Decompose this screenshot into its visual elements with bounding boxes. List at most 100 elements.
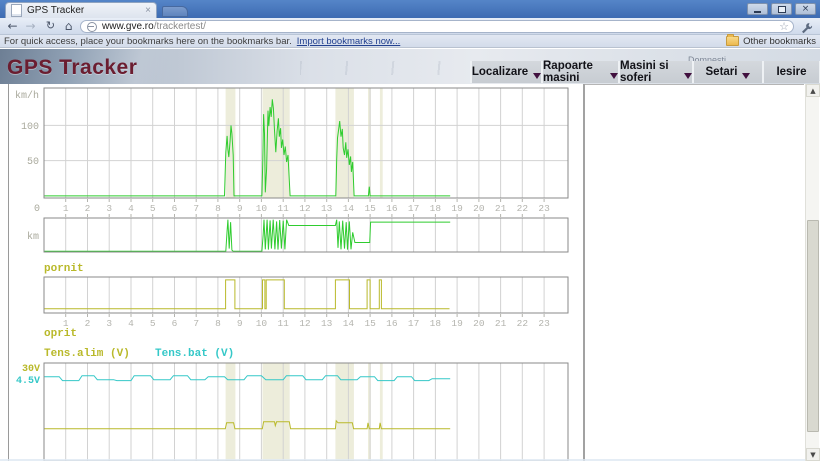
address-bar[interactable]: www.gve.ro/trackertest/ [80,20,794,33]
svg-text:5: 5 [150,203,156,214]
svg-text:19: 19 [451,203,463,214]
svg-text:km: km [27,231,39,243]
ignition-chart: 1234567891011121314151617181920212223por… [44,263,568,340]
distance-chart: km [27,218,568,252]
svg-text:23: 23 [538,203,550,214]
svg-text:17: 17 [408,203,419,214]
svg-text:22: 22 [517,318,529,329]
svg-text:4: 4 [128,203,134,214]
bookmarks-bar: For quick access, place your bookmarks h… [0,35,820,48]
svg-text:22: 22 [517,203,529,214]
bookmarks-hint: For quick access, place your bookmarks h… [4,36,292,47]
menu-item-localizare[interactable]: Localizare [470,61,541,83]
scroll-up-button[interactable]: ▲ [806,84,820,97]
svg-text:km/h: km/h [15,90,39,102]
content-left-border [8,84,9,461]
svg-text:16: 16 [386,318,398,329]
svg-text:14: 14 [343,318,355,329]
svg-text:7: 7 [193,203,199,214]
svg-text:30V: 30V [22,364,40,375]
menu-item-setari[interactable]: Setari [692,61,762,83]
tab-title: GPS Tracker [27,5,140,16]
menu-label: Rapoarte masini [543,60,605,84]
scrollbar-thumb[interactable] [807,220,819,432]
svg-text:18: 18 [430,203,442,214]
window-controls: × [747,3,816,15]
menu-item-iesire[interactable]: Iesire [762,61,820,83]
svg-text:Tens.alim (V): Tens.alim (V) [44,348,130,360]
svg-text:13: 13 [321,318,333,329]
menu-label: Iesire [776,66,806,78]
home-icon[interactable]: ⌂ [60,18,77,35]
voltage-chart: Tens.alim (V)Tens.bat (V)30V4.5V [16,348,568,461]
main-nav-menu: Localizare Rapoarte masini Masini si sof… [470,61,820,83]
svg-text:2: 2 [85,203,91,214]
svg-text:20: 20 [473,203,485,214]
svg-text:18: 18 [430,318,442,329]
import-bookmarks-link[interactable]: Import bookmarks now... [297,36,400,47]
svg-text:11: 11 [277,203,289,214]
svg-text:15: 15 [364,203,376,214]
reload-icon[interactable]: ↻ [42,18,59,35]
minimize-icon [754,11,761,13]
svg-text:50: 50 [27,157,39,168]
svg-text:5: 5 [150,318,156,329]
svg-text:13: 13 [321,203,333,214]
other-bookmarks-label: Other bookmarks [743,36,816,47]
vertical-scrollbar[interactable]: ▲ ▼ [805,84,819,461]
svg-text:9: 9 [237,318,243,329]
svg-text:3: 3 [106,203,112,214]
restore-icon [778,6,786,13]
url-domain: www.gve.ro [102,21,154,32]
svg-text:21: 21 [495,203,507,214]
close-button[interactable]: × [795,3,816,15]
svg-text:100: 100 [21,122,39,133]
speed-chart: 1005012345678910111213141516171819202122… [15,88,568,217]
svg-text:14: 14 [343,203,355,214]
svg-text:6: 6 [172,318,178,329]
back-icon[interactable]: ← [4,18,21,35]
new-tab-button[interactable] [162,6,188,17]
charts-canvas: 1005012345678910111213141516171819202122… [10,84,576,461]
svg-text:8: 8 [215,318,221,329]
tab-close-icon[interactable]: × [145,6,151,16]
right-panel-topline [585,84,804,85]
svg-text:4: 4 [128,318,134,329]
svg-text:23: 23 [538,318,550,329]
browser-tab[interactable]: GPS Tracker × [5,2,157,18]
url-path: /trackertest/ [154,21,206,32]
svg-text:0: 0 [34,204,40,215]
svg-text:8: 8 [215,203,221,214]
scroll-down-button[interactable]: ▼ [806,448,820,461]
svg-text:21: 21 [495,318,507,329]
svg-text:12: 12 [299,203,311,214]
browser-toolbar: ← → ↻ ⌂ www.gve.ro/trackertest/ ☆ [0,18,820,35]
restore-button[interactable] [771,3,792,15]
menu-item-masini-si-soferi[interactable]: Masini si soferi [618,61,692,83]
svg-text:Tens.bat (V): Tens.bat (V) [155,348,234,360]
url-text: www.gve.ro/trackertest/ [102,21,206,32]
svg-text:2: 2 [85,318,91,329]
menu-item-rapoarte-masini[interactable]: Rapoarte masini [541,61,618,83]
svg-text:pornit: pornit [44,263,84,275]
svg-text:16: 16 [386,203,398,214]
svg-text:3: 3 [106,318,112,329]
globe-icon [87,22,97,32]
bookmark-star-icon[interactable]: ☆ [777,20,791,33]
forward-icon[interactable]: → [22,18,39,35]
chevron-down-icon [610,73,618,79]
menu-label: Localizare [472,66,528,78]
svg-text:10: 10 [256,203,268,214]
site-logo: GPS Tracker [7,56,137,80]
svg-text:9: 9 [237,203,243,214]
svg-text:oprit: oprit [44,328,77,340]
minimize-button[interactable] [747,3,768,15]
page-favicon-icon [11,4,22,17]
svg-text:6: 6 [172,203,178,214]
svg-text:11: 11 [277,318,289,329]
other-bookmarks-button[interactable]: Other bookmarks [726,36,816,47]
svg-text:19: 19 [451,318,463,329]
svg-text:20: 20 [473,318,485,329]
chevron-down-icon [533,73,541,79]
svg-text:17: 17 [408,318,419,329]
